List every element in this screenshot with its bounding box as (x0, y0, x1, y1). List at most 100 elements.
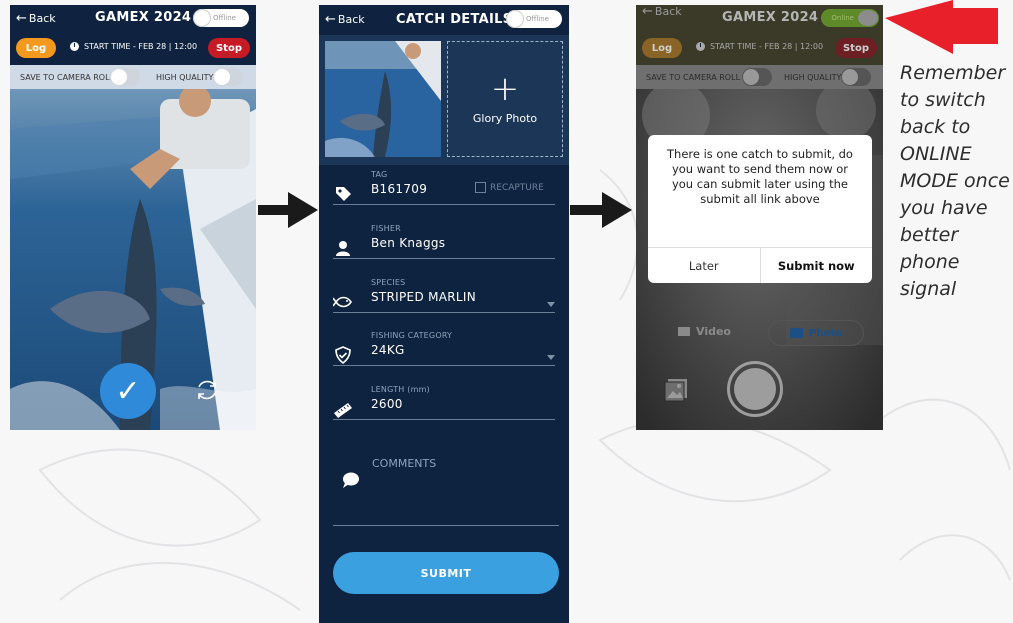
back-arrow-icon: ← (16, 10, 27, 26)
toggle-knob (194, 10, 210, 26)
high-quality-switch[interactable] (213, 68, 243, 86)
recapture-label: RECAPTURE (490, 182, 544, 193)
ruler-icon (334, 403, 352, 418)
stop-button[interactable]: Stop (208, 38, 250, 58)
high-quality-switch[interactable] (841, 68, 871, 86)
field-underline (333, 525, 559, 526)
species-value: STRIPED MARLIN (371, 290, 476, 304)
callout-arrow-icon (885, 0, 998, 54)
catch-details-screen: ← Back CATCH DETAILS Offline + Glory Pho… (319, 5, 569, 623)
later-button[interactable]: Later (648, 248, 761, 283)
online-offline-toggle[interactable]: Online (821, 9, 879, 27)
start-time: START TIME - FEB 28 | 12:00 (696, 42, 823, 51)
dialog-buttons: Later Submit now (648, 247, 872, 283)
tag-value: B161709 (371, 182, 428, 196)
back-button[interactable]: ← Back (10, 12, 56, 25)
tag-label: TAG (371, 170, 388, 179)
catch-photo-thumbnail[interactable] (325, 41, 441, 157)
species-label: SPECIES (371, 278, 406, 287)
glory-photo-label: Glory Photo (472, 112, 538, 125)
fishing-category-select[interactable]: FISHING CATEGORY 24KG (333, 331, 555, 366)
add-glory-photo-button[interactable]: + Glory Photo (447, 41, 563, 157)
save-to-camera-roll-label: SAVE TO CAMERA ROLL (646, 73, 741, 82)
submit-button[interactable]: SUBMIT (333, 552, 559, 594)
photo-mode-button[interactable]: Photo (768, 320, 864, 346)
toggle-label: Offline (526, 15, 549, 23)
fisher-label: FISHER (371, 224, 401, 233)
online-offline-toggle[interactable]: Offline (506, 10, 562, 28)
fisher-field[interactable]: FISHER Ben Knaggs (333, 224, 555, 259)
online-offline-toggle[interactable]: Offline (193, 9, 249, 27)
submit-catch-dialog: There is one catch to submit, do you wan… (648, 135, 872, 283)
gallery-icon[interactable] (664, 378, 688, 402)
app-header: ← Back GAMEX 2024 Online (636, 5, 883, 31)
person-icon (336, 241, 350, 256)
start-time-text: START TIME - FEB 28 | 12:00 (710, 42, 824, 51)
app-header: ← Back GAMEX 2024 Offline (10, 5, 256, 31)
start-time: START TIME - FEB 28 | 12:00 (70, 42, 197, 51)
toggle-knob (858, 10, 878, 26)
toggle-label: Offline (213, 14, 236, 22)
save-to-camera-roll-label: SAVE TO CAMERA ROLL (20, 73, 115, 82)
instruction-note: Remember to switch back to ONLINE MODE o… (900, 62, 1010, 300)
length-label: LENGTH (mm) (371, 385, 430, 394)
flow-arrow-icon (258, 192, 318, 228)
field-underline (333, 258, 555, 259)
save-to-camera-roll-switch[interactable] (110, 68, 140, 86)
screen-title: CATCH DETAILS (396, 12, 513, 27)
clock-icon (70, 42, 79, 51)
log-button[interactable]: Log (16, 38, 56, 58)
back-button[interactable]: ← Back (319, 13, 365, 26)
back-arrow-icon: ← (642, 5, 653, 19)
recapture-checkbox[interactable]: RECAPTURE (475, 182, 544, 193)
switch-knob (214, 69, 230, 85)
start-time-text: START TIME - FEB 28 | 12:00 (84, 42, 198, 51)
video-label: Video (696, 325, 731, 338)
plus-icon: + (490, 69, 520, 109)
tag-field[interactable]: TAG B161709 RECAPTURE (333, 170, 555, 205)
stop-button[interactable]: Stop (835, 38, 877, 58)
field-underline (333, 312, 555, 313)
length-field[interactable]: LENGTH (mm) 2600 (333, 385, 555, 420)
submit-now-button[interactable]: Submit now (761, 248, 873, 283)
photo-label: Photo (809, 327, 842, 339)
switch-camera-icon[interactable] (194, 377, 220, 403)
fishing-category-label: FISHING CATEGORY (371, 331, 453, 340)
back-label: Back (337, 13, 365, 26)
switch-knob (842, 69, 858, 85)
submit-prompt-screen: ← Back GAMEX 2024 Online Log START TIME … (636, 5, 883, 430)
trip-status-bar: Log START TIME - FEB 28 | 12:00 Stop (636, 31, 883, 65)
toggle-knob (507, 11, 523, 27)
checkbox-box (475, 182, 486, 193)
chevron-down-icon (547, 355, 555, 360)
video-mode-button[interactable]: Video (678, 325, 731, 338)
length-value: 2600 (371, 397, 403, 411)
save-to-camera-roll-switch[interactable] (742, 68, 772, 86)
tag-icon (336, 187, 351, 201)
log-button[interactable]: Log (642, 38, 682, 58)
switch-knob (743, 69, 759, 85)
camera-settings-bar: SAVE TO CAMERA ROLL HIGH QUALITY (10, 65, 256, 89)
species-select[interactable]: SPECIES STRIPED MARLIN (333, 278, 555, 313)
back-arrow-icon: ← (325, 12, 336, 27)
field-underline (333, 204, 555, 205)
flow-arrow-icon (570, 192, 632, 228)
high-quality-label: HIGH QUALITY (156, 73, 214, 82)
switch-knob (111, 69, 127, 85)
fisher-value: Ben Knaggs (371, 236, 446, 250)
camera-icon (790, 328, 804, 338)
field-underline (333, 365, 555, 366)
shield-check-icon (335, 346, 351, 365)
fish-icon (333, 296, 352, 308)
dialog-message: There is one catch to submit, do you wan… (667, 147, 853, 206)
shutter-inner (734, 368, 776, 410)
comments-label: COMMENTS (372, 457, 437, 470)
back-label: Back (28, 11, 56, 25)
app-header: ← Back CATCH DETAILS Offline (319, 5, 569, 35)
toggle-label: Online (831, 14, 854, 22)
back-label: Back (654, 5, 682, 18)
shutter-button[interactable] (727, 361, 783, 417)
camera-screen: ← Back GAMEX 2024 Offline Log START TIME… (10, 5, 256, 430)
app-title: GAMEX 2024 (722, 10, 819, 25)
confirm-photo-button[interactable]: ✓ (100, 363, 156, 419)
